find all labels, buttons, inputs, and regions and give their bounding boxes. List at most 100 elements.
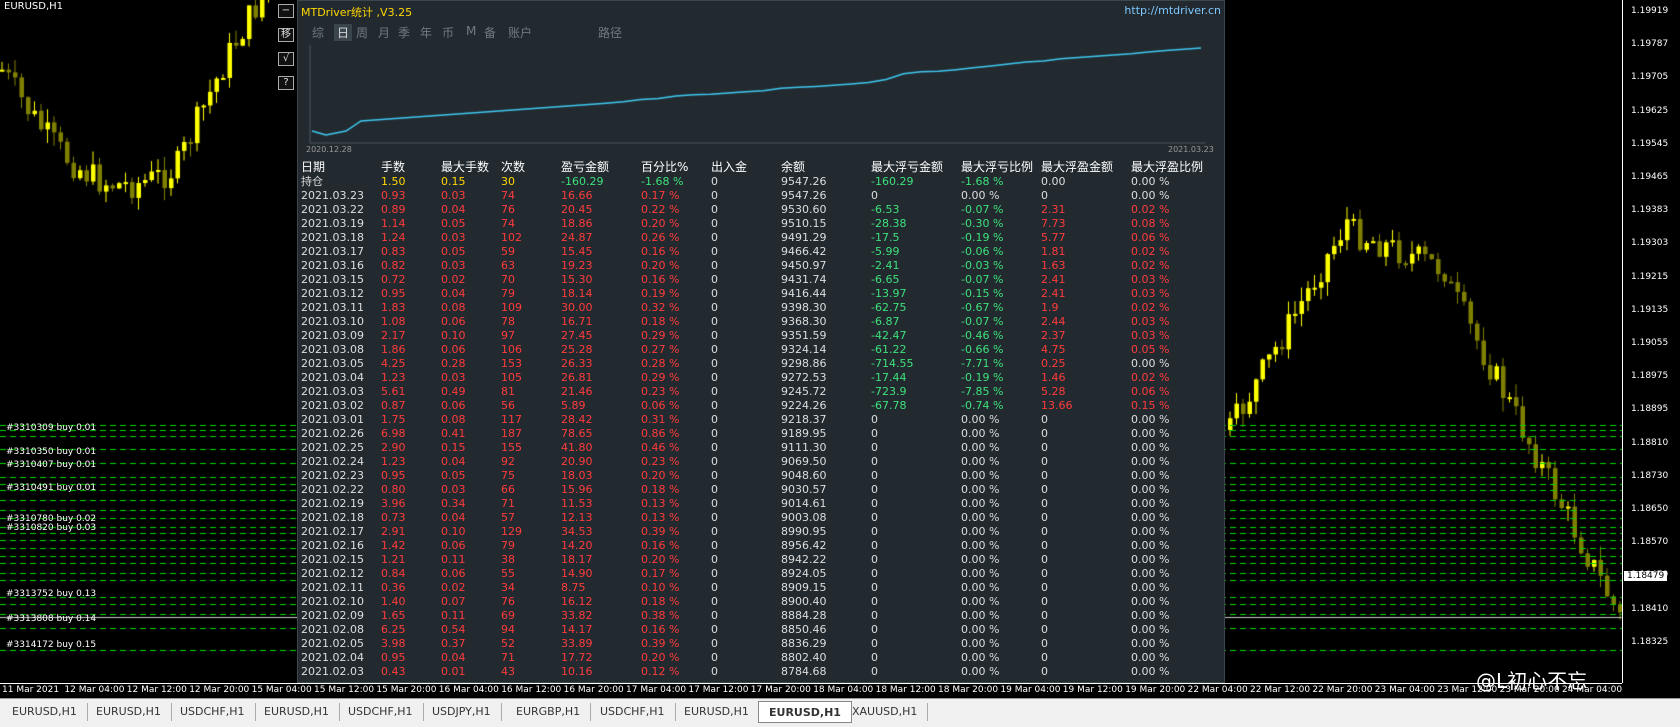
period-tab[interactable]: 币 <box>442 24 454 41</box>
move-button[interactable]: 移 <box>278 28 294 42</box>
table-row[interactable]: 2021.03.16 0.82 0.03 63 19.23 0.20 % 0 9450.97 -… <box>301 259 1221 273</box>
table-cell: 0 <box>1041 623 1048 636</box>
table-row[interactable]: 2021.02.25 2.90 0.15 155 41.80 0.46 % 0 9111.30… <box>301 441 1221 455</box>
table-row[interactable]: 2021.03.11 1.83 0.08 109 30.00 0.32 % 0 9398.30… <box>301 301 1221 315</box>
period-tab[interactable]: 综 <box>312 24 324 41</box>
table-row[interactable]: 2021.03.02 0.87 0.06 56 5.89 0.06 % 0 9224.26 -6… <box>301 399 1221 413</box>
table-row[interactable]: 2021.02.26 6.98 0.41 187 78.65 0.86 % 0 9189.95… <box>301 427 1221 441</box>
period-tab[interactable]: 备 <box>484 24 496 41</box>
table-row[interactable]: 2021.03.18 1.24 0.03 102 24.87 0.26 % 0 9491.29… <box>301 231 1221 245</box>
table-row[interactable]: 2021.03.15 0.72 0.02 70 15.30 0.16 % 0 9431.74 -… <box>301 273 1221 287</box>
table-row[interactable]: 2021.02.18 0.73 0.04 57 12.13 0.13 % 0 9003.08 0… <box>301 511 1221 525</box>
period-tab[interactable]: M <box>466 24 476 38</box>
table-row[interactable]: 2021.02.23 0.95 0.05 75 18.03 0.20 % 0 9048.60 0… <box>301 469 1221 483</box>
period-tab[interactable]: 日 <box>334 24 353 41</box>
table-row[interactable]: 2021.03.04 1.23 0.03 105 26.81 0.29 % 0 9272.53… <box>301 371 1221 385</box>
table-row[interactable]: 2021.02.03 0.43 0.01 43 10.16 0.12 % 0 8784.68 0… <box>301 665 1221 679</box>
table-cell: 0 <box>711 623 718 636</box>
table-row[interactable]: 2021.03.01 1.75 0.08 117 28.42 0.31 % 0 9218.37… <box>301 413 1221 427</box>
chart-tab[interactable]: USDJPY,H1 <box>422 703 502 721</box>
table-cell: 0 <box>871 553 878 566</box>
table-row[interactable]: 2021.02.22 0.80 0.03 66 15.96 0.18 % 0 9030.57 0… <box>301 483 1221 497</box>
table-row[interactable]: 2021.03.10 1.08 0.06 78 16.71 0.18 % 0 9368.30 -… <box>301 315 1221 329</box>
chart-tab[interactable]: EURUSD,H1 <box>758 701 852 723</box>
table-cell: 2021.02.19 <box>301 497 364 510</box>
table-cell: 0.00 % <box>961 623 1000 636</box>
price-tick-label: 1.18730 <box>1631 470 1669 481</box>
period-tab[interactable]: 账户 <box>508 24 532 41</box>
time-tick-label: 17 Mar 04:00 <box>626 685 687 695</box>
period-tab[interactable]: 周 <box>356 24 368 41</box>
table-cell: 0 <box>711 385 718 398</box>
table-cell: -6.87 <box>871 315 900 328</box>
table-cell: 78 <box>501 315 515 328</box>
table-cell: 0.00 % <box>1131 567 1170 580</box>
table-row[interactable]: 2021.02.17 2.91 0.10 129 34.53 0.39 % 0 8990.95… <box>301 525 1221 539</box>
chart-tab[interactable]: EURGBP,H1 <box>506 703 592 721</box>
table-cell: 8784.68 <box>781 665 827 678</box>
table-row[interactable]: 2021.03.23 0.93 0.03 74 16.66 0.17 % 0 9547.26 0… <box>301 189 1221 203</box>
table-cell: 0.18 % <box>641 483 680 496</box>
chart-tab[interactable]: EURUSD,H1 <box>674 703 760 721</box>
website-link[interactable]: http://mtdriver.cn <box>1124 4 1221 17</box>
period-tab[interactable]: 季 <box>398 24 410 41</box>
table-row[interactable]: 2021.02.16 1.42 0.06 79 14.20 0.16 % 0 8956.42 0… <box>301 539 1221 553</box>
table-cell: 9547.26 <box>781 189 827 202</box>
table-row[interactable]: 2021.02.04 0.95 0.04 71 17.72 0.20 % 0 8802.40 0… <box>301 651 1221 665</box>
table-row[interactable]: 2021.02.19 3.96 0.34 71 11.53 0.13 % 0 9014.61 0… <box>301 497 1221 511</box>
table-cell: 9491.29 <box>781 231 827 244</box>
table-cell: -0.67 % <box>961 301 1004 314</box>
table-row[interactable]: 2021.02.08 6.25 0.54 94 14.17 0.16 % 0 8850.46 0… <box>301 623 1221 637</box>
period-tab[interactable]: 月 <box>378 24 390 41</box>
chart-tab[interactable]: USDCHF,H1 <box>338 703 424 721</box>
table-cell: 2.41 <box>1041 273 1066 286</box>
table-cell: 0.02 % <box>1131 203 1170 216</box>
table-row[interactable]: 2021.02.15 1.21 0.11 38 18.17 0.20 % 0 8942.22 0… <box>301 553 1221 567</box>
table-cell: 0.25 <box>1041 357 1066 370</box>
table-cell: 0.38 % <box>641 609 680 622</box>
table-row[interactable]: 2021.03.03 5.61 0.49 81 21.46 0.23 % 0 9245.72 -… <box>301 385 1221 399</box>
table-cell: 0.80 <box>381 483 406 496</box>
table-cell: 0.89 <box>381 203 406 216</box>
table-row[interactable]: 2021.03.12 0.95 0.04 79 18.14 0.19 % 0 9416.44 -… <box>301 287 1221 301</box>
table-row[interactable]: 2021.02.24 1.23 0.04 92 20.90 0.23 % 0 9069.50 0… <box>301 455 1221 469</box>
table-cell: 0.00 % <box>961 581 1000 594</box>
table-cell: 2021.03.23 <box>301 189 364 202</box>
table-row[interactable]: 2021.03.17 0.83 0.05 59 15.45 0.16 % 0 9466.42 -… <box>301 245 1221 259</box>
table-row[interactable]: 2021.03.09 2.17 0.10 97 27.45 0.29 % 0 9351.59 -… <box>301 329 1221 343</box>
table-row[interactable]: 2021.02.09 1.65 0.11 69 33.82 0.38 % 0 8884.28 0… <box>301 609 1221 623</box>
table-cell: 9048.60 <box>781 469 827 482</box>
check-button[interactable]: √ <box>278 52 294 66</box>
table-cell: 1.24 <box>381 231 406 244</box>
table-cell: 9030.57 <box>781 483 827 496</box>
chart-tab[interactable]: EURUSD,H1 <box>86 703 172 721</box>
help-button[interactable]: ? <box>278 76 294 90</box>
table-row[interactable]: 2021.02.10 1.40 0.07 76 16.12 0.18 % 0 8900.40 0… <box>301 595 1221 609</box>
time-axis[interactable]: 11 Mar 2021 12 Mar 04:00 12 Mar 12:00 12 Ma… <box>0 683 1622 698</box>
minimize-button[interactable]: − <box>278 4 294 18</box>
period-tab[interactable]: 路径 <box>598 24 622 41</box>
chart-tab[interactable]: EURUSD,H1 <box>254 703 340 721</box>
chart-tab[interactable]: EURUSD,H1 <box>2 703 88 721</box>
table-cell: 94 <box>501 623 515 636</box>
table-row[interactable]: 2021.02.11 0.36 0.02 34 8.75 0.10 % 0 8909.15 0 0… <box>301 581 1221 595</box>
time-tick-label: 22 Mar 20:00 <box>1312 685 1373 695</box>
table-row[interactable]: 2021.03.08 1.86 0.06 106 25.28 0.27 % 0 9324.14… <box>301 343 1221 357</box>
table-row[interactable]: 2021.03.22 0.89 0.04 76 20.45 0.22 % 0 9530.60 -… <box>301 203 1221 217</box>
table-cell: 0 <box>711 637 718 650</box>
period-tab[interactable]: 年 <box>420 24 432 41</box>
table-row[interactable]: 2021.02.12 0.84 0.06 55 14.90 0.17 % 0 8924.05 0… <box>301 567 1221 581</box>
table-cell: 2021.03.02 <box>301 399 364 412</box>
table-cell: 0.16 % <box>641 539 680 552</box>
chart-tab[interactable]: XAUUSD,H1 <box>842 703 929 721</box>
table-row[interactable]: 2021.02.05 3.98 0.37 52 33.89 0.39 % 0 8836.29 0… <box>301 637 1221 651</box>
price-axis[interactable]: 1.19919 1.19787 1.19705 1.19625 1.19545 1.194… <box>1622 0 1680 683</box>
column-header: 手数 <box>381 160 406 174</box>
holding-row[interactable]: 持仓 1.50 0.15 30 -160.29 -1.68 % 0 9547.26 -160.2… <box>301 175 1221 189</box>
table-cell: -7.85 % <box>961 385 1004 398</box>
table-row[interactable]: 2021.03.19 1.14 0.05 74 18.86 0.20 % 0 9510.15 -… <box>301 217 1221 231</box>
chart-tab[interactable]: USDCHF,H1 <box>590 703 676 721</box>
table-cell: 0.04 <box>441 455 466 468</box>
chart-tab[interactable]: USDCHF,H1 <box>170 703 256 721</box>
table-row[interactable]: 2021.03.05 4.25 0.28 153 26.33 0.28 % 0 9298.86… <box>301 357 1221 371</box>
